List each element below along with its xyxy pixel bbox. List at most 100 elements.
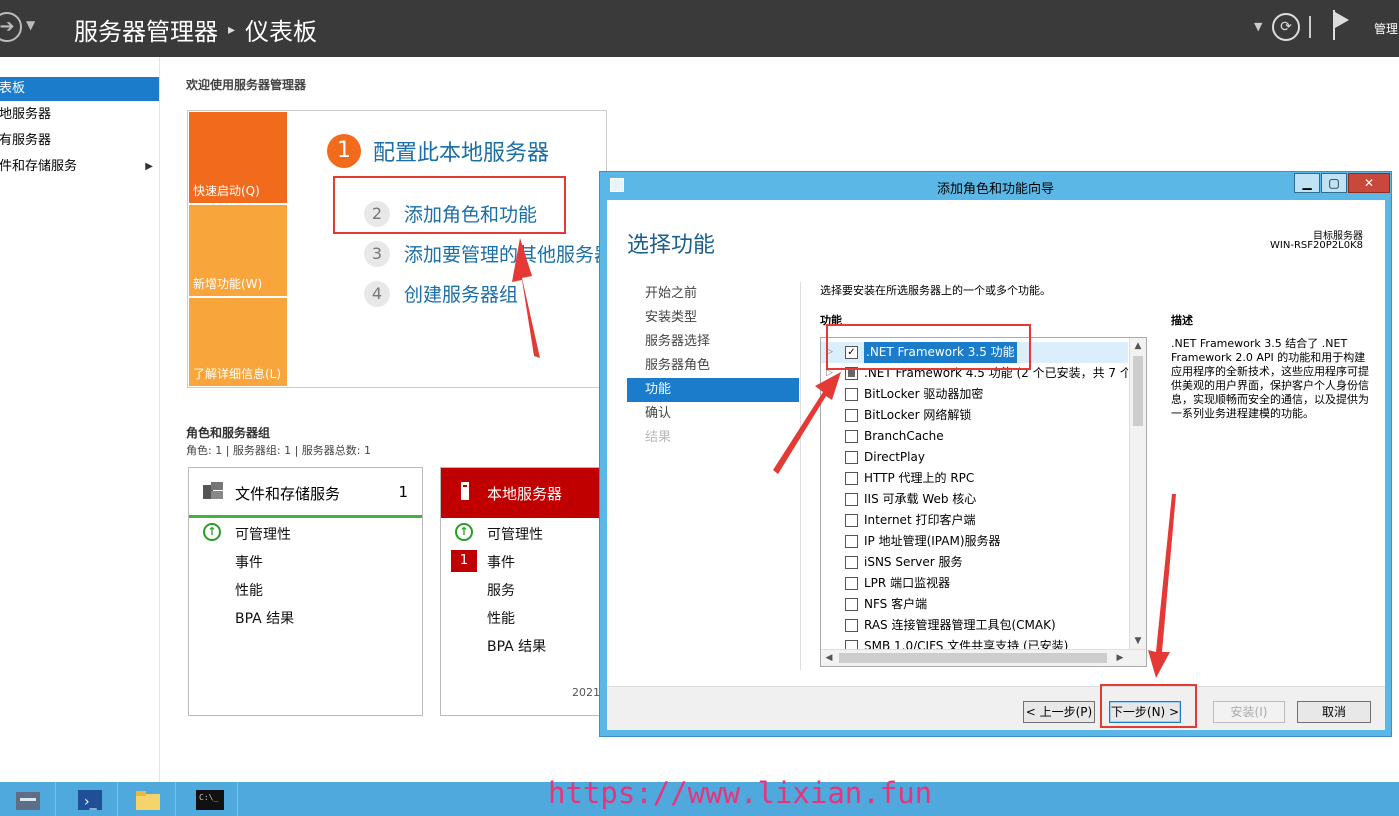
feature-item[interactable]: LPR 端口监视器 — [821, 573, 1128, 594]
scroll-up-icon[interactable]: ▲ — [1130, 338, 1146, 354]
feature-item[interactable]: NFS 客户端 — [821, 594, 1128, 615]
wizard-step-server-selection[interactable]: 服务器选择 — [627, 330, 799, 354]
scroll-left-icon[interactable]: ◀ — [821, 650, 837, 666]
feature-item[interactable]: BitLocker 网络解锁 — [821, 405, 1128, 426]
feature-label: BitLocker 网络解锁 — [864, 408, 972, 422]
cancel-button[interactable]: 取消 — [1297, 701, 1371, 723]
feature-item[interactable]: IP 地址管理(IPAM)服务器 — [821, 531, 1128, 552]
server-manager-taskbar-button[interactable] — [0, 782, 56, 816]
sidebar-item-local-server[interactable]: 本地服务器 — [0, 103, 159, 127]
feature-checkbox[interactable] — [845, 388, 858, 401]
card-header[interactable]: 文件和存储服务 1 — [189, 468, 422, 518]
maximize-button[interactable]: ▢ — [1321, 173, 1347, 193]
feature-item[interactable]: iSNS Server 服务 — [821, 552, 1128, 573]
card-row-bpa[interactable]: BPA 结果 — [235, 608, 294, 628]
svg-text:C:\_: C:\_ — [199, 793, 218, 802]
feature-checkbox[interactable] — [845, 556, 858, 569]
manage-menu[interactable]: 管理 — [1374, 20, 1398, 37]
feature-item[interactable]: IIS 可承载 Web 核心 — [821, 489, 1128, 510]
scroll-right-icon[interactable]: ▶ — [1112, 650, 1128, 666]
feature-label: IP 地址管理(IPAM)服务器 — [864, 534, 1001, 548]
card-row-bpa[interactable]: BPA 结果 — [487, 636, 546, 656]
sidebar-item-label: 文件和存储服务 — [0, 159, 78, 174]
folder-icon — [136, 791, 160, 810]
feature-checkbox[interactable] — [845, 430, 858, 443]
wizard-step-installation-type[interactable]: 安装类型 — [627, 306, 799, 330]
tile-label: 快速启动(Q) — [193, 184, 260, 198]
step-configure-local-server[interactable]: 1 配置此本地服务器 — [327, 134, 549, 168]
file-storage-icon — [203, 482, 223, 499]
cmd-taskbar-button[interactable]: C:\_ — [182, 782, 238, 816]
toolbar-divider — [1309, 16, 1311, 38]
dialog-titlebar[interactable]: 添加角色和功能向导 ▁ ▢ ✕ — [600, 172, 1391, 200]
scroll-thumb[interactable] — [839, 653, 1107, 663]
feature-checkbox[interactable] — [845, 535, 858, 548]
feature-checkbox[interactable] — [845, 472, 858, 485]
role-card-local-server[interactable]: 本地服务器 ↑ 可管理性 1 事件 服务 性能 BPA 结果 — [440, 467, 610, 716]
description-header: 描述 — [1171, 314, 1193, 327]
sidebar-item-all-servers[interactable]: 所有服务器 — [0, 129, 159, 153]
back-arrow-icon[interactable]: ➔ — [0, 12, 22, 42]
wizard-step-features[interactable]: 功能 — [627, 378, 799, 402]
card-row-services[interactable]: 服务 — [487, 580, 515, 600]
history-dropdown-icon[interactable]: ▼ — [26, 18, 35, 32]
tile-quick-start[interactable]: 快速启动(Q) — [189, 112, 287, 203]
instruction-text: 选择要安装在所选服务器上的一个或多个功能。 — [820, 284, 1051, 297]
card-header[interactable]: 本地服务器 — [441, 468, 609, 518]
feature-item[interactable]: BranchCache — [821, 426, 1128, 447]
minimize-button[interactable]: ▁ — [1294, 173, 1320, 193]
features-tree[interactable]: ▷ ✓ .NET Framework 3.5 功能 ▷ .NET Framework 4… — [820, 337, 1147, 667]
feature-label: Internet 打印客户端 — [864, 513, 976, 527]
wizard-step-server-roles[interactable]: 服务器角色 — [627, 354, 799, 378]
wizard-step-before-you-begin[interactable]: 开始之前 — [627, 282, 799, 306]
feature-item[interactable]: BitLocker 驱动器加密 — [821, 384, 1128, 405]
vertical-scrollbar[interactable]: ▲ ▼ — [1129, 338, 1146, 649]
wizard-step-confirmation[interactable]: 确认 — [627, 402, 799, 426]
top-bar: ➔ ▼ 服务器管理器 ▸ 仪表板 ▼ ⟳ 管理 — [0, 0, 1399, 57]
card-row-events[interactable]: 事件 — [235, 552, 263, 572]
step-add-other-servers[interactable]: 3 添加要管理的其他服务器 — [364, 240, 613, 267]
feature-item[interactable]: HTTP 代理上的 RPC — [821, 468, 1128, 489]
scroll-down-icon[interactable]: ▼ — [1130, 633, 1146, 649]
card-row-performance[interactable]: 性能 — [487, 608, 515, 628]
file-explorer-taskbar-button[interactable] — [120, 782, 176, 816]
tile-learn-more[interactable]: 了解详细信息(L) — [189, 298, 287, 386]
feature-checkbox[interactable] — [845, 493, 858, 506]
dropdown-icon[interactable]: ▼ — [1254, 20, 1262, 33]
feature-label: BranchCache — [864, 429, 944, 443]
sidebar-item-label: 仪表板 — [0, 81, 26, 96]
nav-divider — [800, 282, 801, 670]
feature-item[interactable]: DirectPlay — [821, 447, 1128, 468]
card-row-events[interactable]: 事件 — [487, 552, 515, 572]
card-row-manageability[interactable]: 可管理性 — [487, 524, 543, 544]
dialog-body: 选择功能 目标服务器 WIN-RSF20P2L0K8 开始之前 安装类型 服务器… — [607, 200, 1385, 730]
step-number: 4 — [364, 280, 390, 307]
card-row-manageability[interactable]: 可管理性 — [235, 524, 291, 544]
feature-item[interactable]: Internet 打印客户端 — [821, 510, 1128, 531]
role-card-file-storage[interactable]: 文件和存储服务 1 ↑ 可管理性 事件 性能 BPA 结果 — [188, 467, 423, 716]
sidebar-item-dashboard[interactable]: 仪表板 — [0, 77, 159, 101]
notification-flag-icon[interactable] — [1333, 10, 1353, 40]
feature-checkbox[interactable] — [845, 619, 858, 632]
feature-checkbox[interactable] — [845, 409, 858, 422]
scroll-thumb[interactable] — [1133, 356, 1143, 426]
feature-checkbox[interactable] — [845, 451, 858, 464]
server-manager-icon — [16, 792, 40, 810]
feature-checkbox[interactable] — [845, 598, 858, 611]
card-row-performance[interactable]: 性能 — [235, 580, 263, 600]
powershell-taskbar-button[interactable]: ›_ — [62, 782, 118, 816]
refresh-icon[interactable]: ⟳ — [1272, 13, 1300, 41]
feature-checkbox[interactable] — [845, 577, 858, 590]
close-button[interactable]: ✕ — [1348, 173, 1390, 193]
tile-whats-new[interactable]: 新增功能(W) — [189, 205, 287, 296]
breadcrumb: 服务器管理器 ▸ 仪表板 — [74, 12, 317, 47]
feature-label: RAS 连接管理器管理工具包(CMAK) — [864, 618, 1056, 632]
feature-item[interactable]: RAS 连接管理器管理工具包(CMAK) — [821, 615, 1128, 636]
feature-checkbox[interactable] — [845, 514, 858, 527]
welcome-title: 欢迎使用服务器管理器 — [186, 78, 307, 92]
horizontal-scrollbar[interactable]: ◀ ▶ — [821, 649, 1146, 666]
feature-label: NFS 客户端 — [864, 597, 928, 611]
sidebar-item-file-storage[interactable]: 文件和存储服务 ▶ — [0, 155, 159, 179]
step-create-server-group[interactable]: 4 创建服务器组 — [364, 280, 518, 307]
previous-button[interactable]: < 上一步(P) — [1023, 701, 1095, 723]
